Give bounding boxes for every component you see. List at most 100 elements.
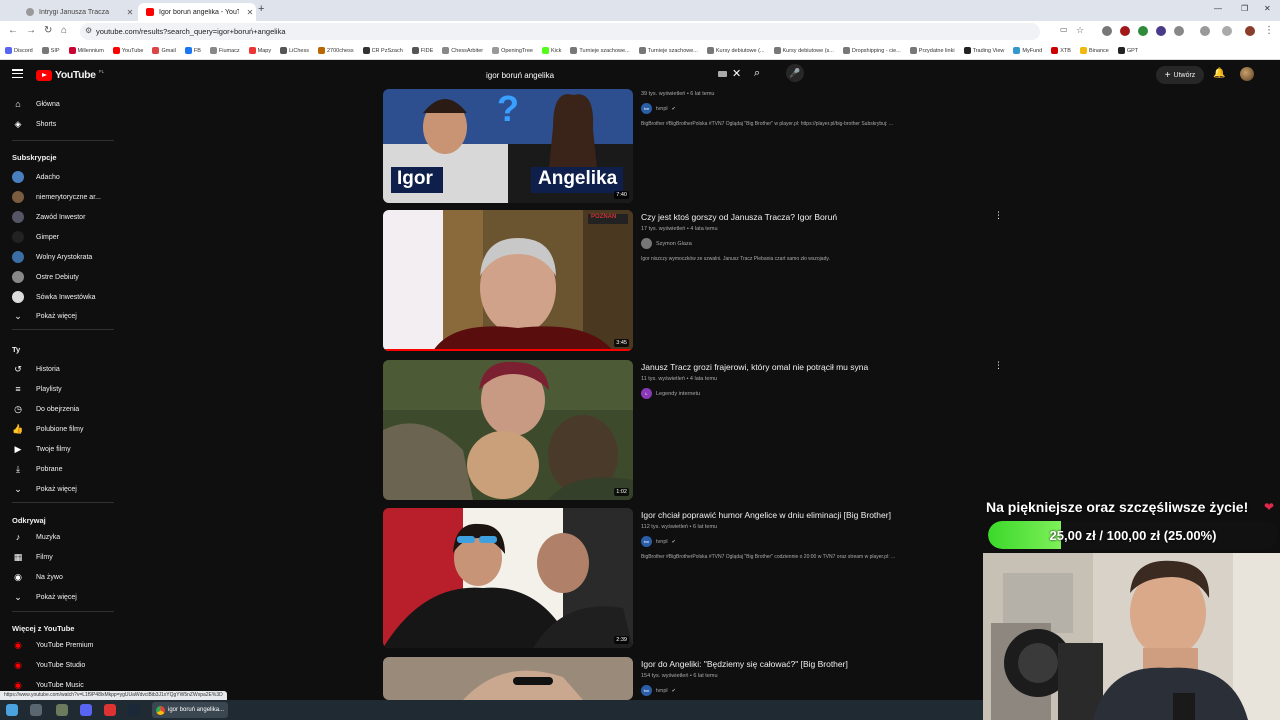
video-thumbnail[interactable]: 1:02 (383, 360, 633, 500)
sidebar-item[interactable]: ◉ Na żywo (0, 568, 114, 586)
download-icon[interactable] (1222, 26, 1232, 36)
taskbar-app-red-icon[interactable] (104, 704, 116, 716)
channel-row[interactable]: tvn tvnpl ✔ (641, 536, 676, 547)
video-result[interactable]: POZNAN 3:45 Czy jest ktoś gorszy od Janusz… (383, 210, 1013, 355)
taskbar-search-icon[interactable] (30, 704, 42, 716)
profile-icon[interactable] (1245, 26, 1255, 36)
bookmark-item[interactable]: Gmail (152, 47, 180, 54)
sidepanel-icon[interactable] (1200, 26, 1210, 36)
bookmark-star-icon[interactable]: ☆ (1076, 25, 1084, 36)
forward-icon[interactable]: → (26, 25, 36, 36)
bookmark-item[interactable]: Kursy debiutowe (... (706, 47, 770, 54)
channel-name[interactable]: Szymon Glaza (656, 241, 692, 247)
hamburger-menu-icon[interactable] (12, 69, 23, 79)
sidebar-item[interactable]: Ostre Debiuty (0, 268, 114, 286)
video-result[interactable]: Igor do Angeliki: "Będziemy się całować?… (383, 657, 1013, 704)
video-thumbnail[interactable]: POZNAN 3:45 (383, 210, 633, 351)
sidebar-item[interactable]: Zawód Inwestor (0, 208, 114, 226)
video-thumbnail[interactable] (383, 657, 633, 700)
more-actions-icon[interactable]: ⋮ (994, 360, 1003, 371)
bookmark-item[interactable]: FIDE (411, 47, 439, 54)
youtube-logo[interactable]: YouTube PL (36, 69, 104, 81)
channel-avatar[interactable]: tvn (641, 103, 652, 114)
channel-name[interactable]: tvnpl (656, 688, 668, 694)
channel-row[interactable]: Szymon Glaza (641, 238, 692, 249)
sidebar-item[interactable]: niemerytoryczne ar... (0, 188, 114, 206)
bookmark-item[interactable]: CR PzSzach (362, 47, 408, 54)
sidebar-item[interactable]: ◈ Shorts (0, 115, 114, 133)
bookmark-item[interactable]: Turnieje szachowe... (570, 47, 634, 54)
bookmark-item[interactable]: FB (184, 47, 206, 54)
channel-row[interactable]: L Legendy internetu (641, 388, 700, 399)
taskbar-chrome-window[interactable]: igor boruń angelika... (152, 702, 228, 718)
sidebar-item[interactable]: ▦ Filmy (0, 548, 114, 566)
video-thumbnail[interactable]: ? Igor Angelika 7:40 (383, 89, 633, 203)
search-input[interactable]: igor boruń angelika (478, 66, 746, 84)
sidebar-item[interactable]: Sówka Inwestówka (0, 288, 114, 306)
sidebar-item[interactable]: ⤓ Pobrane (0, 460, 114, 478)
bookmark-item[interactable]: Mapy (248, 47, 276, 54)
bookmark-item[interactable]: Discord (5, 47, 38, 54)
video-result[interactable]: 1:02 Janusz Tracz grozi frajerowi, który … (383, 360, 1013, 504)
close-window-icon[interactable]: ✕ (1264, 4, 1271, 13)
notifications-bell-icon[interactable]: 🔔 (1213, 68, 1225, 79)
bookmark-item[interactable]: ChessArbiter (442, 47, 488, 54)
video-title[interactable]: Janusz Tracz grozi frajerowi, który omal… (641, 362, 868, 372)
video-thumbnail[interactable]: 2:39 (383, 508, 633, 648)
avatar[interactable] (1240, 67, 1254, 81)
bookmark-item[interactable]: Kursy debiutowe (s... (773, 47, 839, 54)
bookmark-item[interactable]: 2700chess (317, 47, 359, 54)
sidebar-item[interactable]: ⌂ Główna (0, 95, 114, 113)
bookmark-item[interactable]: Dropshipping - cie... (842, 47, 906, 54)
extension-ublock-icon[interactable] (1120, 26, 1130, 36)
taskbar-app-icon[interactable] (56, 704, 68, 716)
channel-name[interactable]: Legendy internetu (656, 391, 700, 397)
bookmark-item[interactable]: MyFund (1013, 47, 1047, 54)
sidebar-item[interactable]: ↺ Historia (0, 360, 114, 378)
extension-leaf-icon[interactable] (1138, 26, 1148, 36)
you-heading[interactable]: Ty (12, 345, 20, 354)
browser-menu-icon[interactable]: ⋮ (1264, 25, 1274, 36)
sidebar-item[interactable]: ⌄ Pokaż więcej (0, 588, 114, 606)
bookmark-item[interactable]: Binance (1079, 47, 1114, 54)
site-info-icon[interactable]: ⚙ (85, 26, 92, 35)
maximize-icon[interactable]: ❐ (1241, 4, 1248, 13)
microphone-icon[interactable]: 🎤 (786, 64, 804, 82)
video-title[interactable]: Igor do Angeliki: "Będziemy się całować?… (641, 659, 848, 669)
sidebar-item[interactable]: ≡ Playlisty (0, 380, 114, 398)
sidebar-item[interactable]: 👍 Polubione filmy (0, 420, 114, 438)
extension-tool-icon[interactable] (1156, 26, 1166, 36)
bookmark-item[interactable]: LiChess (280, 47, 314, 54)
sidebar-item[interactable]: ⌄ Pokaż więcej (0, 307, 114, 325)
bookmark-item[interactable]: GPT (1117, 47, 1143, 54)
more-from-youtube-heading[interactable]: Więcej z YouTube (12, 624, 74, 633)
channel-name[interactable]: tvnpl (656, 106, 668, 112)
bookmark-item[interactable]: Millennium (68, 47, 109, 54)
sidebar-item[interactable]: Adacho (0, 168, 114, 186)
sidebar-item[interactable]: ♪ Muzyka (0, 528, 114, 546)
browser-tab-active[interactable]: Igor boruń angelika - YouTube ✕ (138, 3, 256, 21)
bookmark-item[interactable]: SIP (41, 47, 65, 54)
bookmark-item[interactable]: XTB (1051, 47, 1076, 54)
extensions-puzzle-icon[interactable] (1174, 26, 1184, 36)
video-title[interactable]: Czy jest ktoś gorszy od Janusza Tracza? … (641, 212, 837, 222)
video-result[interactable]: 2:39 Igor chciał poprawić humor Angelice … (383, 508, 1013, 652)
extension-gmail-icon[interactable] (1102, 26, 1112, 36)
windows-start-icon[interactable] (6, 704, 18, 716)
bookmark-item[interactable]: Turnieje szachowe... (638, 47, 703, 54)
sidebar-item[interactable]: ◉ YouTube Premium (0, 636, 114, 654)
discord-icon[interactable] (80, 704, 92, 716)
channel-avatar[interactable]: tvn (641, 685, 652, 696)
create-button[interactable]: + Utwórz (1156, 66, 1204, 84)
home-browser-icon[interactable]: ⌂ (61, 25, 67, 36)
channel-avatar[interactable]: tvn (641, 536, 652, 547)
explore-heading[interactable]: Odkrywaj (12, 516, 46, 525)
video-title[interactable]: Igor chciał poprawić humor Angelice w dn… (641, 510, 891, 520)
channel-row[interactable]: tvn tvnpl ✔ (641, 685, 676, 696)
search-icon[interactable]: ⌕ (754, 67, 760, 80)
cast-icon[interactable]: ▭ (1060, 25, 1068, 34)
close-tab-icon[interactable]: ✕ (124, 8, 136, 17)
close-tab-icon[interactable]: ✕ (244, 8, 256, 17)
keyboard-icon[interactable] (718, 71, 727, 77)
bookmark-item[interactable]: Kick (542, 47, 566, 54)
